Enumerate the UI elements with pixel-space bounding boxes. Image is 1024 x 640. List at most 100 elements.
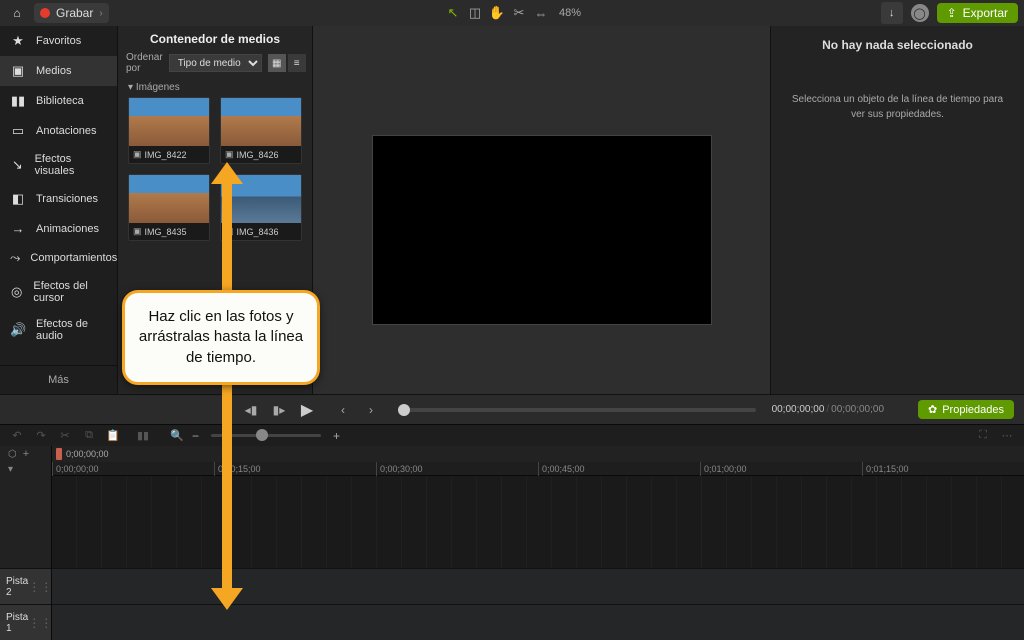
media-thumb[interactable]: IMG_8436 bbox=[220, 174, 302, 241]
tool-sidebar: ★Favoritos ▣Medios ▮▮Biblioteca ▭Anotaci… bbox=[0, 26, 118, 394]
star-icon: ★ bbox=[10, 33, 26, 49]
thumb-label: IMG_8435 bbox=[129, 223, 209, 240]
sort-label: Ordenar por bbox=[126, 52, 163, 74]
sidebar-item-media[interactable]: ▣Medios bbox=[0, 56, 117, 86]
upload-icon: ⇪ bbox=[947, 6, 957, 20]
track-add-row: ⬡ + bbox=[0, 446, 51, 462]
playback-slider[interactable] bbox=[398, 408, 756, 412]
media-thumb[interactable]: IMG_8422 bbox=[128, 97, 210, 164]
sidebar-more-button[interactable]: Más bbox=[0, 365, 117, 394]
time-ruler[interactable]: 0;00;00;00 0;00;15;00 0;00;30;00 0;00;45… bbox=[52, 462, 1024, 476]
properties-empty-message: Selecciona un objeto de la línea de tiem… bbox=[779, 92, 1016, 122]
cut-button[interactable]: ✂ bbox=[56, 427, 74, 445]
gear-icon: ✿ bbox=[928, 403, 937, 416]
next-clip-button[interactable]: › bbox=[360, 399, 382, 421]
media-thumb[interactable]: IMG_8435 bbox=[128, 174, 210, 241]
drag-handle-icon[interactable]: ⋮⋮ bbox=[28, 620, 52, 626]
sidebar-item-visual-effects[interactable]: ↘Efectos visuales bbox=[0, 146, 117, 184]
minus-icon: − bbox=[192, 429, 199, 443]
canvas-area bbox=[313, 26, 770, 394]
plus-icon: + bbox=[333, 429, 340, 443]
thumb-image bbox=[129, 175, 209, 223]
media-category-header[interactable]: ▾ Imágenes bbox=[118, 80, 312, 97]
account-avatar-icon[interactable]: ◯ bbox=[911, 4, 929, 22]
sidebar-item-transitions[interactable]: ◧Transiciones bbox=[0, 184, 117, 214]
view-list-button[interactable]: ≡ bbox=[288, 54, 306, 72]
track-label[interactable]: Pista 2⋮⋮ bbox=[0, 568, 51, 604]
ruler-tick: 0;01;15;00 bbox=[862, 462, 909, 476]
track-row[interactable] bbox=[52, 568, 1024, 604]
prev-frame-button[interactable]: ◂▮ bbox=[240, 399, 262, 421]
timeline-zoom-slider[interactable] bbox=[211, 434, 321, 437]
track-area[interactable]: 0;00;00;00 0;00;00;00 0;00;15;00 0;00;30… bbox=[52, 446, 1024, 640]
record-icon bbox=[40, 8, 50, 18]
behaviors-icon: ⤳ bbox=[10, 250, 20, 266]
redo-button[interactable]: ↷ bbox=[32, 427, 50, 445]
pan-tool-icon[interactable]: ✋ bbox=[487, 3, 507, 23]
undo-button[interactable]: ↶ bbox=[8, 427, 26, 445]
copy-button[interactable]: ⧉ bbox=[80, 427, 98, 445]
track-label[interactable]: Pista 1⋮⋮ bbox=[0, 604, 51, 640]
sidebar-item-annotations[interactable]: ▭Anotaciones bbox=[0, 116, 117, 146]
ruler-tick: 0;00;45;00 bbox=[538, 462, 585, 476]
playhead[interactable] bbox=[56, 448, 62, 460]
next-frame-button[interactable]: ▮▸ bbox=[268, 399, 290, 421]
top-toolbar: ⌂ Grabar › ↖ ◫ ✋ ✂ ⇔ 48% ↓ ◯ ⇪ Exportar bbox=[0, 0, 1024, 26]
track-row[interactable] bbox=[52, 604, 1024, 640]
sidebar-item-favorites[interactable]: ★Favoritos bbox=[0, 26, 117, 56]
select-tool-icon[interactable]: ↖ bbox=[443, 3, 463, 23]
prev-clip-button[interactable]: ‹ bbox=[332, 399, 354, 421]
annotation-icon: ▭ bbox=[10, 123, 26, 139]
media-panel-title: Contenedor de medios bbox=[118, 26, 312, 52]
export-button[interactable]: ⇪ Exportar bbox=[937, 3, 1018, 23]
timeline-toolbar: ↶ ↷ ✂ ⧉ 📋 ▮▮ 🔍 − + ⛶ ⋯ bbox=[0, 424, 1024, 446]
sidebar-item-behaviors[interactable]: ⤳Comportamientos bbox=[0, 243, 117, 273]
resize-tool-icon[interactable]: ⇔ bbox=[531, 3, 551, 23]
playhead-time: 0;00;00;00 bbox=[66, 449, 109, 459]
play-button[interactable]: ▶ bbox=[296, 399, 318, 421]
download-icon[interactable]: ↓ bbox=[881, 2, 903, 24]
playhead-strip[interactable]: 0;00;00;00 bbox=[52, 446, 1024, 462]
canvas-tool-cluster: ↖ ◫ ✋ ✂ ⇔ 48% bbox=[443, 0, 581, 26]
view-grid-button[interactable]: ▦ bbox=[268, 54, 286, 72]
sidebar-item-animations[interactable]: →Animaciones bbox=[0, 214, 117, 243]
paste-button[interactable]: 📋 bbox=[104, 427, 122, 445]
effects-icon: ↘ bbox=[10, 157, 25, 173]
ruler-tick: 0;00;30;00 bbox=[376, 462, 423, 476]
properties-panel: No hay nada seleccionado Selecciona un o… bbox=[770, 26, 1024, 394]
properties-toggle-button[interactable]: ✿ Propiedades bbox=[918, 400, 1014, 419]
playback-time: 00;00;00;00/00;00;00;00 bbox=[772, 404, 884, 415]
ruler-tick: 0;00;15;00 bbox=[214, 462, 261, 476]
record-button[interactable]: Grabar › bbox=[34, 3, 109, 23]
playback-bar: ◂▮ ▮▸ ▶ ‹ › 00;00;00;00/00;00;00;00 ✿ Pr… bbox=[0, 394, 1024, 424]
timeline-menu-button[interactable]: ⋯ bbox=[998, 427, 1016, 445]
canvas-viewport[interactable] bbox=[313, 26, 770, 394]
media-thumb[interactable]: IMG_8426 bbox=[220, 97, 302, 164]
zoom-out-icon[interactable]: 🔍 bbox=[168, 427, 186, 445]
cursor-icon: ◎ bbox=[10, 284, 23, 300]
sidebar-item-cursor-effects[interactable]: ◎Efectos del cursor bbox=[0, 273, 117, 311]
thumb-image bbox=[221, 98, 301, 146]
tutorial-callout: Haz clic en las fotos y arrástralas hast… bbox=[122, 290, 320, 385]
thumb-image bbox=[221, 175, 301, 223]
crop-tool-icon[interactable]: ✂ bbox=[509, 3, 529, 23]
drag-handle-icon[interactable]: ⋮⋮ bbox=[28, 584, 52, 590]
split-button[interactable]: ▮▮ bbox=[134, 427, 152, 445]
marker-icon[interactable]: ⬡ bbox=[8, 449, 17, 460]
thumb-label: IMG_8426 bbox=[221, 146, 301, 163]
sort-row: Ordenar por Tipo de medio ▦ ≡ bbox=[118, 52, 312, 80]
home-icon[interactable]: ⌂ bbox=[6, 2, 28, 24]
chevron-down-icon[interactable]: ▾ bbox=[8, 464, 13, 475]
canvas[interactable] bbox=[372, 135, 712, 325]
zoom-readout[interactable]: 48% bbox=[559, 7, 581, 19]
sort-select[interactable]: Tipo de medio bbox=[169, 54, 262, 72]
marquee-tool-icon[interactable]: ◫ bbox=[465, 3, 485, 23]
expand-timeline-button[interactable]: ⛶ bbox=[974, 427, 992, 445]
add-track-button[interactable]: + bbox=[23, 448, 29, 460]
sidebar-item-library[interactable]: ▮▮Biblioteca bbox=[0, 86, 117, 116]
record-label: Grabar bbox=[56, 6, 93, 20]
sidebar-item-audio-effects[interactable]: 🔊Efectos de audio bbox=[0, 311, 117, 349]
library-icon: ▮▮ bbox=[10, 93, 26, 109]
ruler-tick: 0;01;00;00 bbox=[700, 462, 747, 476]
tracks-body[interactable] bbox=[52, 476, 1024, 640]
